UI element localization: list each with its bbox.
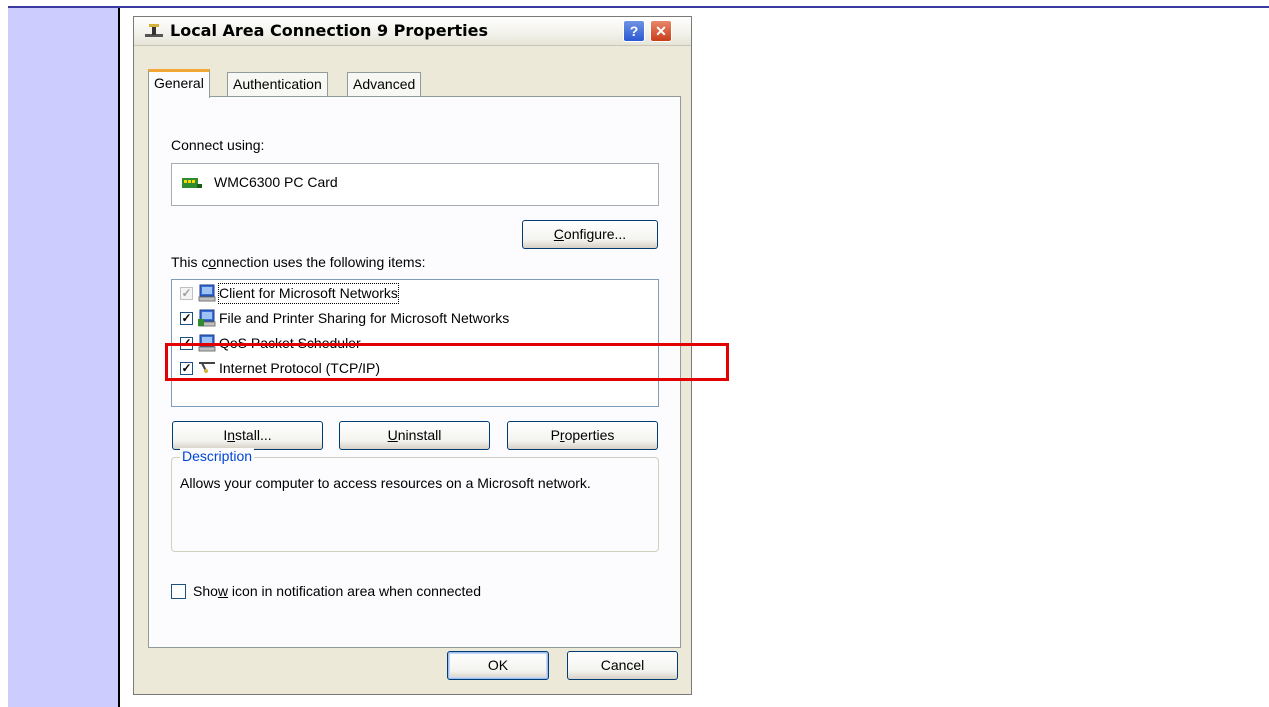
uninstall-label-b: ninstall [397, 427, 442, 443]
network-card-icon [182, 178, 202, 188]
network-connection-icon [145, 24, 163, 37]
install-button[interactable]: Install... [172, 421, 323, 450]
tab-authentication[interactable]: Authentication [227, 72, 328, 96]
configure-label-b: onfigure... [563, 226, 627, 242]
side-panel [8, 8, 118, 707]
item-label: File and Printer Sharing for Microsoft N… [219, 310, 510, 326]
items-heading-a: This c [171, 254, 209, 270]
help-button[interactable]: ? [623, 20, 645, 42]
item-label: Client for Microsoft Networks [218, 283, 399, 304]
items-heading-b: nnection uses the following items: [216, 254, 426, 270]
install-label-b: stall... [235, 427, 272, 443]
device-name: WMC6300 PC Card [214, 174, 338, 190]
top-border [8, 6, 1269, 8]
item-checkbox[interactable]: ✓ [180, 312, 193, 325]
items-heading: This connection uses the following items… [171, 254, 425, 270]
properties-label-a: P [550, 427, 560, 443]
connect-using-label: Connect using: [171, 137, 265, 153]
close-button[interactable]: ✕ [650, 20, 672, 42]
side-rule [118, 8, 120, 707]
configure-button[interactable]: Configure... [522, 220, 658, 249]
configure-mnemonic: C [553, 226, 564, 242]
tab-general[interactable]: General [148, 69, 210, 98]
notify-label-a: Sho [193, 583, 218, 599]
description-text: Allows your computer to access resources… [180, 475, 591, 491]
properties-label-b: operties [564, 427, 615, 443]
items-heading-mnemonic: o [208, 254, 217, 270]
ok-button[interactable]: OK [447, 651, 549, 680]
uninstall-mnemonic: U [387, 427, 398, 443]
properties-button[interactable]: Properties [507, 421, 658, 450]
network-client-icon [198, 284, 216, 302]
device-field: WMC6300 PC Card [171, 163, 659, 206]
uninstall-button[interactable]: Uninstall [339, 421, 490, 450]
description-legend: Description [180, 448, 255, 464]
tab-advanced[interactable]: Advanced [347, 72, 422, 96]
notify-mnemonic: w [217, 583, 229, 599]
notify-label-b: icon in notification area when connected [228, 583, 481, 599]
notify-label: Show icon in notification area when conn… [193, 583, 481, 599]
cancel-button[interactable]: Cancel [567, 651, 678, 680]
description-group: Description Allows your computer to acce… [171, 448, 659, 552]
file-sharing-icon [198, 309, 216, 327]
item-checkbox[interactable]: ✓ [180, 287, 193, 300]
title-bar[interactable]: Local Area Connection 9 Properties ? ✕ [134, 17, 691, 46]
install-mnemonic: n [227, 427, 236, 443]
notify-checkbox[interactable] [171, 584, 186, 599]
dialog-title: Local Area Connection 9 Properties [170, 21, 488, 40]
highlight-box [165, 343, 729, 381]
